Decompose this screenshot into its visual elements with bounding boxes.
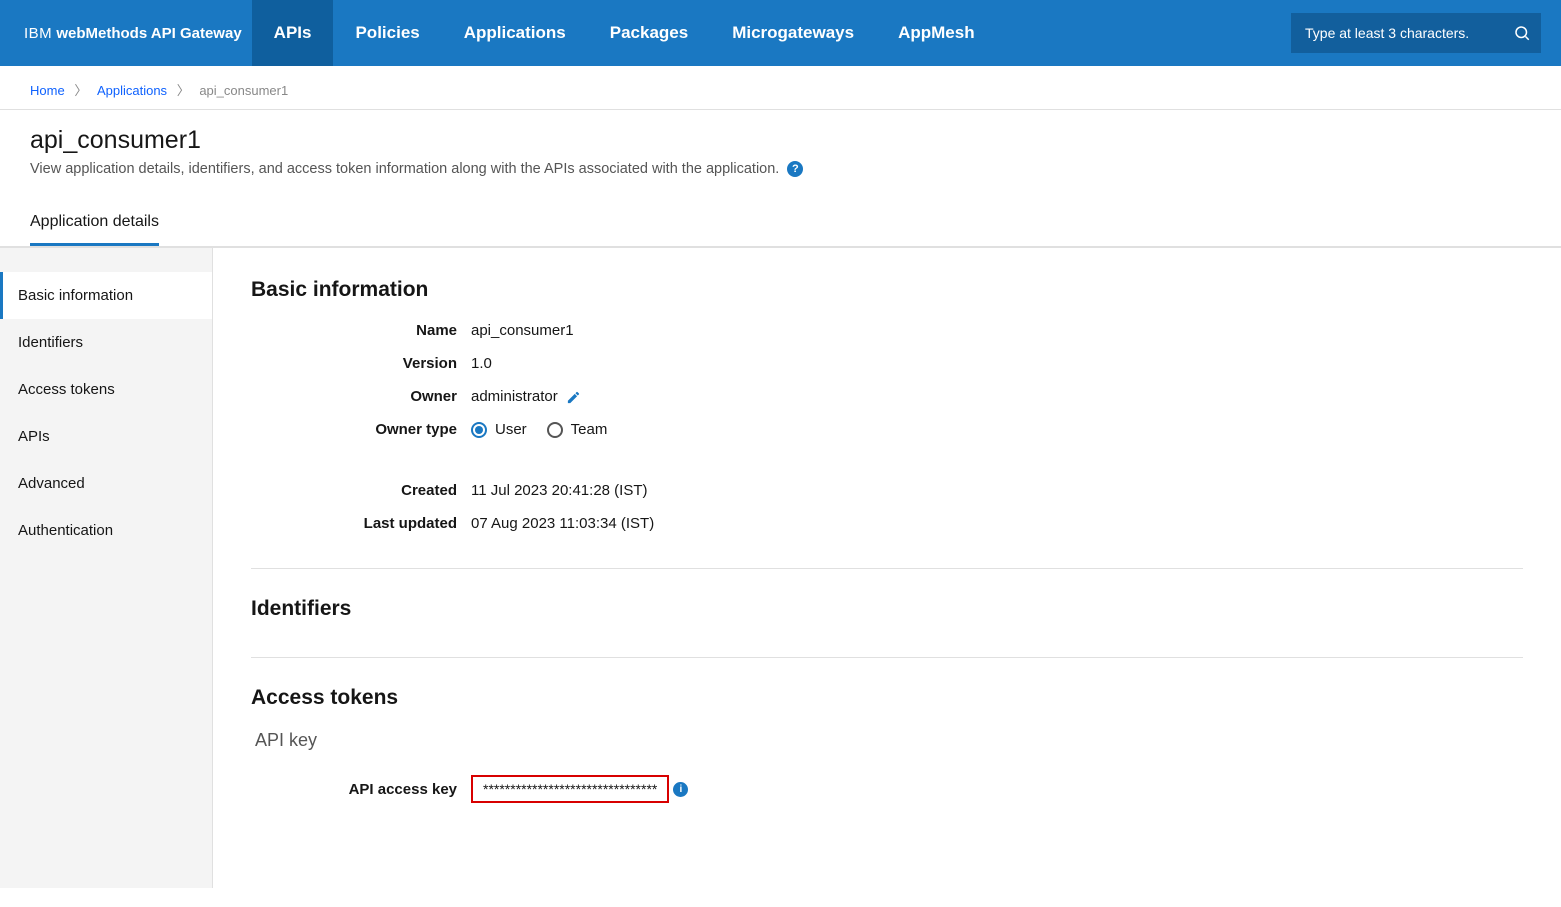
owner-type-label: Owner type [251, 421, 471, 438]
info-icon[interactable]: i [673, 782, 688, 797]
api-access-key-value[interactable]: ******************************** [471, 775, 669, 803]
last-updated-label: Last updated [251, 515, 471, 532]
radio-unselected-icon [547, 422, 563, 438]
identifiers-heading: Identifiers [251, 597, 1523, 621]
field-name: Name api_consumer1 [251, 322, 1523, 339]
search-icon[interactable] [1513, 24, 1531, 42]
brand-product: webMethods API Gateway [56, 25, 241, 42]
brand-ibm: IBM [24, 25, 52, 42]
breadcrumb-sep-2: 〉 [177, 83, 190, 98]
version-label: Version [251, 355, 471, 372]
created-label: Created [251, 482, 471, 499]
basic-info-heading: Basic information [251, 278, 1523, 302]
api-access-key-label: API access key [251, 781, 471, 798]
help-icon[interactable]: ? [787, 161, 803, 177]
sidebar: Basic information Identifiers Access tok… [0, 248, 213, 888]
nav-label-apis: APIs [274, 23, 312, 43]
page-subtitle-text: View application details, identifiers, a… [30, 161, 779, 177]
nav-item-applications[interactable]: Applications [442, 0, 588, 66]
topbar: IBM webMethods API Gateway APIs Policies… [0, 0, 1561, 66]
page-header: api_consumer1 View application details, … [0, 110, 1561, 181]
sidebar-item-apis[interactable]: APIs [0, 413, 212, 460]
nav-label-applications: Applications [464, 23, 566, 43]
breadcrumb: Home 〉 Applications 〉 api_consumer1 [0, 66, 1561, 110]
owner-value: administrator [471, 388, 558, 405]
breadcrumb-sep-1: 〉 [74, 83, 87, 98]
edit-owner-icon[interactable] [566, 388, 581, 405]
access-tokens-heading: Access tokens [251, 686, 1523, 710]
field-owner-type: Owner type User Team [251, 421, 1523, 438]
nav-item-microgateways[interactable]: Microgateways [710, 0, 876, 66]
brand: IBM webMethods API Gateway [24, 25, 242, 42]
nav-item-apis[interactable]: APIs [252, 0, 334, 66]
field-api-access-key: API access key *************************… [251, 775, 1523, 803]
nav-label-packages: Packages [610, 23, 688, 43]
field-last-updated: Last updated 07 Aug 2023 11:03:34 (IST) [251, 515, 1523, 532]
version-value: 1.0 [471, 355, 492, 372]
nav-item-packages[interactable]: Packages [588, 0, 710, 66]
owner-type-user-radio[interactable]: User [471, 421, 527, 438]
field-created: Created 11 Jul 2023 20:41:28 (IST) [251, 482, 1523, 499]
breadcrumb-current: api_consumer1 [199, 83, 288, 98]
team-option-label: Team [571, 421, 608, 438]
section-divider-2 [251, 657, 1523, 658]
nav-item-policies[interactable]: Policies [333, 0, 441, 66]
global-search[interactable] [1291, 13, 1541, 53]
last-updated-value: 07 Aug 2023 11:03:34 (IST) [471, 515, 654, 532]
search-input[interactable] [1305, 25, 1513, 41]
sidebar-item-authentication[interactable]: Authentication [0, 507, 212, 554]
main-nav: APIs Policies Applications Packages Micr… [252, 0, 997, 66]
page-title: api_consumer1 [30, 126, 1531, 155]
sidebar-item-basic-information[interactable]: Basic information [0, 272, 212, 319]
owner-label: Owner [251, 388, 471, 405]
section-divider-1 [251, 568, 1523, 569]
sidebar-item-advanced[interactable]: Advanced [0, 460, 212, 507]
nav-label-policies: Policies [355, 23, 419, 43]
field-version: Version 1.0 [251, 355, 1523, 372]
nav-label-microgateways: Microgateways [732, 23, 854, 43]
tab-application-details[interactable]: Application details [30, 203, 159, 246]
page-subtitle: View application details, identifiers, a… [30, 161, 1531, 177]
breadcrumb-applications[interactable]: Applications [97, 83, 167, 98]
owner-type-team-radio[interactable]: Team [547, 421, 608, 438]
tabs: Application details [0, 185, 1561, 247]
field-owner: Owner administrator [251, 388, 1523, 405]
nav-label-appmesh: AppMesh [898, 23, 975, 43]
name-label: Name [251, 322, 471, 339]
created-value: 11 Jul 2023 20:41:28 (IST) [471, 482, 648, 499]
name-value: api_consumer1 [471, 322, 574, 339]
api-key-subheading: API key [255, 730, 1523, 751]
sidebar-item-access-tokens[interactable]: Access tokens [0, 366, 212, 413]
main-layout: Basic information Identifiers Access tok… [0, 247, 1561, 888]
radio-selected-icon [471, 422, 487, 438]
content-area: Basic information Name api_consumer1 Ver… [213, 248, 1561, 888]
breadcrumb-home[interactable]: Home [30, 83, 65, 98]
nav-item-appmesh[interactable]: AppMesh [876, 0, 997, 66]
sidebar-item-identifiers[interactable]: Identifiers [0, 319, 212, 366]
user-option-label: User [495, 421, 527, 438]
